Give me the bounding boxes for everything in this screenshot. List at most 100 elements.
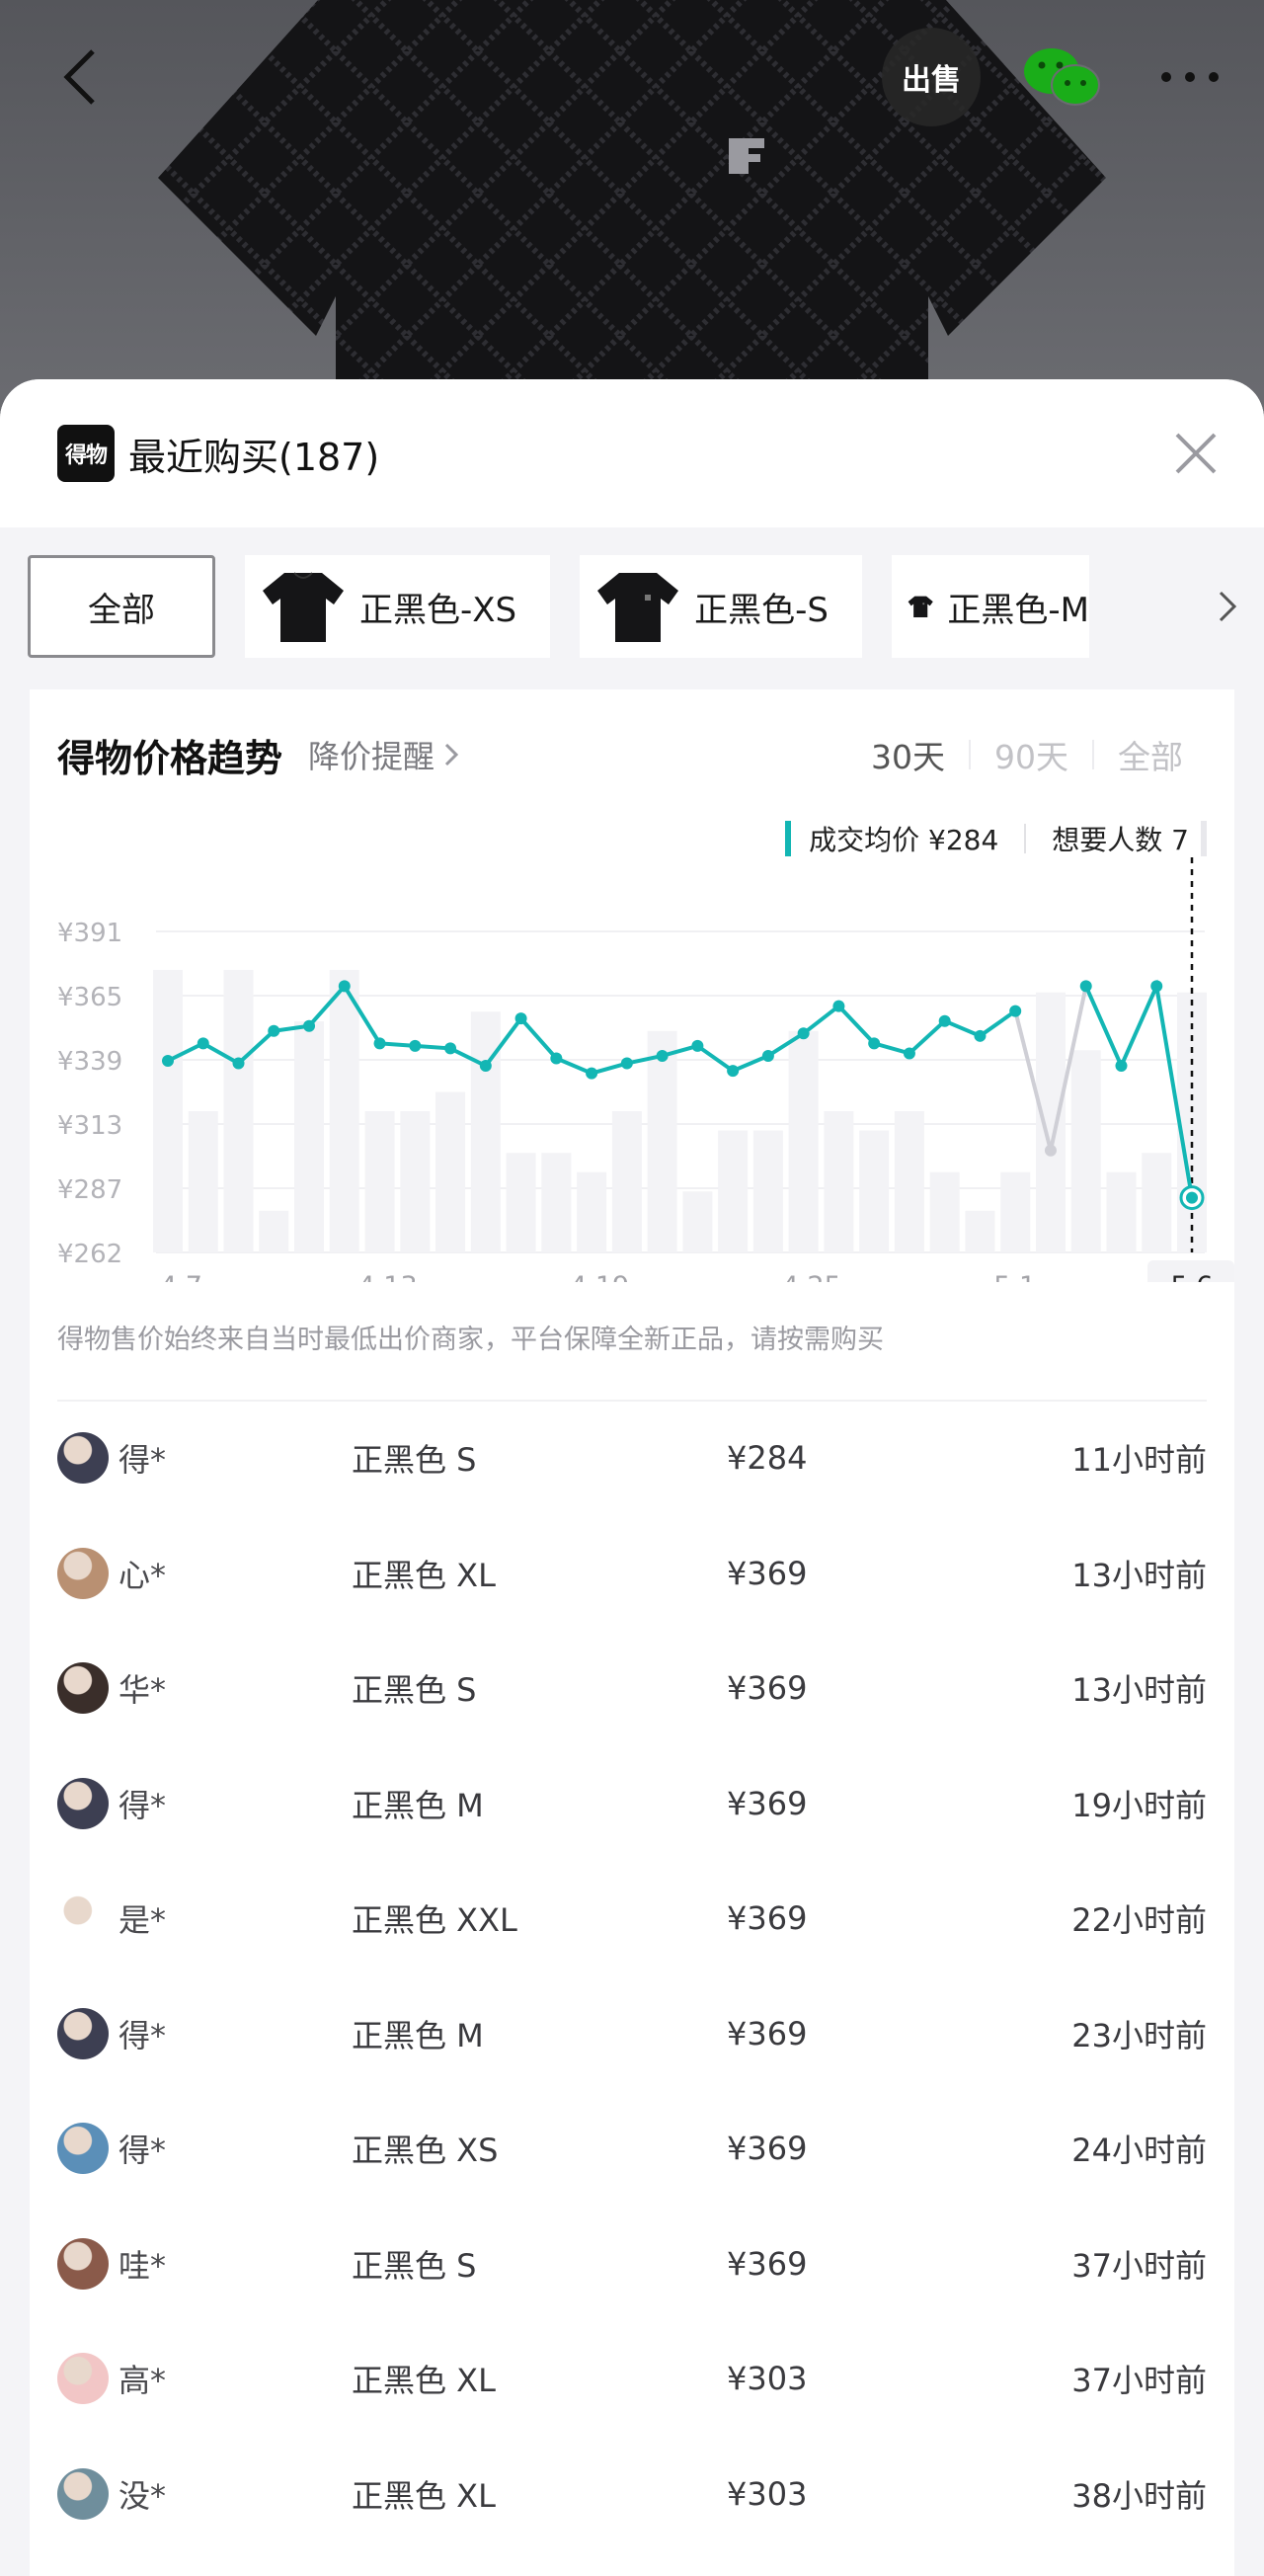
volume-bar (188, 1111, 218, 1252)
purchase-records-list: 得* 正黑色 S ¥284 11小时前 心* 正黑色 XL ¥369 13小时前 华* 正黑色 S… (57, 1401, 1207, 2551)
more-button[interactable] (1146, 36, 1234, 119)
avatar (57, 1892, 109, 1945)
recent-purchases-sheet: 得物 最近购买(187) 全部 正黑色-XS 正黑色-S 正黑色-M 得物价格趋… (0, 379, 1264, 2576)
range-tab-30[interactable]: 30天 (847, 731, 969, 778)
trend-title: 得物价格趋势 (57, 736, 283, 780)
price-point (1079, 980, 1092, 993)
summary-divider (1024, 824, 1027, 853)
filter-chip-label: 正黑色-M (947, 590, 1090, 630)
volume-bar (611, 1111, 642, 1252)
chevron-left-icon (63, 49, 95, 105)
price-point (691, 1039, 704, 1052)
price-drop-reminder[interactable]: 降价提醒 (308, 732, 460, 777)
filter-chip-xs[interactable]: 正黑色-XS (245, 555, 551, 658)
purchase-time: 24小时前 (1071, 2132, 1207, 2170)
sell-button[interactable]: 出售 (882, 28, 981, 126)
volume-bar (1142, 1153, 1172, 1252)
purchase-spec: 正黑色 M (352, 1786, 484, 1824)
purchase-price: ¥369 (727, 1554, 808, 1592)
range-tab-90[interactable]: 90天 (971, 731, 1092, 778)
volume-bar (153, 970, 183, 1252)
price-point (268, 1024, 280, 1037)
price-point (656, 1049, 669, 1062)
y-tick-label: ¥313 (57, 1111, 122, 1141)
x-tick-label: 4.13 (358, 1271, 418, 1282)
y-tick-label: ¥287 (57, 1175, 122, 1205)
back-button[interactable] (40, 36, 122, 119)
y-tick-label: ¥365 (57, 983, 122, 1012)
purchase-record-row: 华* 正黑色 S ¥369 13小时前 (57, 1631, 1207, 1746)
close-icon (1175, 433, 1217, 474)
close-button[interactable] (1171, 429, 1221, 478)
wechat-share-button[interactable] (1017, 36, 1106, 119)
volume-bar (223, 970, 254, 1252)
filter-chip-label: 全部 (88, 590, 155, 630)
price-point (761, 1049, 774, 1062)
purchase-record-row: 得* 正黑色 M ¥369 23小时前 (57, 1976, 1207, 2092)
buyer-name: 华* (118, 1671, 167, 1710)
volume-bar (541, 1153, 572, 1252)
sell-label: 出售 (902, 63, 961, 98)
sheet-title: 最近购买(187) (128, 435, 380, 479)
filter-chip-all[interactable]: 全部 (28, 555, 215, 658)
price-point (197, 1037, 209, 1050)
price-point (162, 1055, 174, 1068)
purchase-time: 22小时前 (1071, 1901, 1207, 1940)
price-point (1150, 980, 1163, 993)
avatar (57, 1777, 109, 1829)
buyer-name: 心* (118, 1556, 167, 1594)
purchase-record-row: 得* 正黑色 XS ¥369 24小时前 (57, 2091, 1207, 2207)
range-tabs: 30天 90天 全部 (847, 731, 1207, 778)
price-point (586, 1067, 598, 1080)
volume-bar (1000, 1171, 1031, 1252)
price-trend-chart-svg: ¥391 ¥365 ¥339 ¥313 ¥287 ¥262 4.7 4.13 4.19 4.25 5… (57, 857, 1234, 1310)
filter-chip-s[interactable]: 正黑色-S (580, 555, 863, 658)
volume-bar (294, 1021, 325, 1252)
range-tab-all[interactable]: 全部 (1094, 731, 1207, 778)
purchase-record-row: 心* 正黑色 XL ¥369 13小时前 (57, 1516, 1207, 1632)
price-point (338, 980, 351, 993)
filter-chip-m[interactable]: 正黑色-M (892, 555, 1090, 658)
purchase-record-row: 是* 正黑色 XXL ¥369 22小时前 (57, 1861, 1207, 1976)
purchase-time: 23小时前 (1071, 2016, 1207, 2054)
y-tick-label: ¥339 (57, 1047, 122, 1077)
purchase-spec: 正黑色 XS (352, 2132, 499, 2170)
x-tick-label: 4.19 (570, 1271, 629, 1282)
purchase-record-row: 得* 正黑色 M ¥369 19小时前 (57, 1746, 1207, 1862)
avatar (57, 2007, 109, 2059)
volume-bar (1070, 1050, 1101, 1252)
y-tick-label: ¥391 (57, 919, 122, 948)
purchase-price: ¥284 (727, 1439, 808, 1478)
trend-summary: 成交均价 ¥284 想要人数 7 (785, 818, 1207, 859)
buyer-name: 得* (118, 2132, 167, 2170)
price-point (232, 1057, 245, 1070)
filter-scroll-next[interactable] (1213, 589, 1242, 624)
price-point (479, 1060, 492, 1073)
price-point (409, 1039, 422, 1052)
buyer-name: 高* (118, 2362, 167, 2400)
price-trend-chart[interactable]: ¥391 ¥365 ¥339 ¥313 ¥287 ¥262 4.7 4.13 4.19 4.25 5… (30, 857, 1234, 1310)
price-point (373, 1037, 386, 1050)
volume-bar (400, 1111, 431, 1252)
buyer-name: 得* (118, 1441, 167, 1480)
volume-bar (682, 1191, 713, 1252)
trend-header: 得物价格趋势 降价提醒 30天 90天 全部 (57, 725, 1207, 784)
price-point (832, 1000, 845, 1012)
price-point (620, 1057, 633, 1070)
buyer-name: 哇* (118, 2246, 167, 2285)
purchase-price: ¥369 (727, 1899, 808, 1938)
want-count: 想要人数 7 (1052, 824, 1189, 856)
purchase-time: 13小时前 (1071, 1556, 1207, 1594)
price-point (974, 1029, 987, 1042)
volume-bar (647, 1030, 677, 1252)
volume-bar (435, 1091, 466, 1252)
price-point (514, 1012, 527, 1025)
purchase-price: ¥369 (727, 1669, 808, 1708)
volume-bar (470, 1011, 501, 1252)
summary-accent-bar (785, 821, 792, 856)
purchase-spec: 正黑色 XL (352, 2362, 496, 2400)
avatar (57, 2353, 109, 2405)
sheet-header: 得物 最近购买(187) (0, 379, 1264, 527)
volume-bar (1035, 992, 1066, 1252)
price-point (550, 1052, 563, 1065)
